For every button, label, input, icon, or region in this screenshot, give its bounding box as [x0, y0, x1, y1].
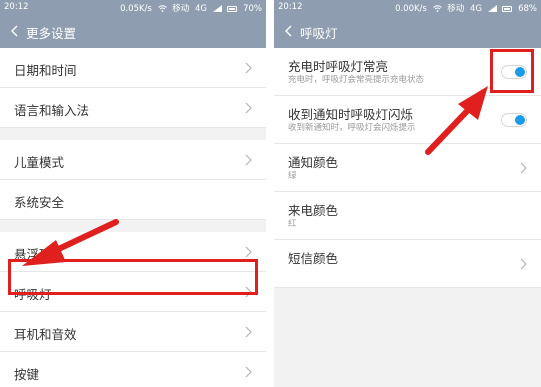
status-bar: 20:12 0.05K/s 移动 4G 70%: [0, 0, 266, 14]
row-label: 耳机和音效: [14, 327, 77, 342]
settings-list: 日期和时间 语言和输入法 儿童模式 系统安全 悬浮球 呼吸灯 耳机和音效 按键: [0, 48, 266, 387]
status-indicators: 0.00K/s 移动 4G 68%: [392, 2, 537, 14]
nav-bar: 呼吸灯: [274, 14, 541, 48]
row-value: 绿: [288, 171, 297, 181]
back-arrow-icon[interactable]: [282, 22, 296, 40]
row-kids-mode[interactable]: 儿童模式: [0, 140, 266, 180]
highlight-box-toggle: [490, 49, 534, 93]
left-phone-screen: 20:12 0.05K/s 移动 4G 70% 更多设置 日期和时间 语言和输入…: [0, 0, 266, 387]
right-phone-screen: 20:12 0.00K/s 移动 4G 68% 呼吸灯 充电时呼吸灯常亮 充电时…: [274, 0, 541, 387]
row-description: 充电时，呼吸灯会常亮提示充电状态: [288, 75, 425, 85]
signal-icon: [212, 4, 225, 14]
back-arrow-icon[interactable]: [8, 22, 22, 40]
status-time: 20:12: [4, 2, 29, 12]
chevron-right-icon: [245, 326, 252, 338]
page-title: 更多设置: [26, 26, 77, 41]
group-gap: [0, 220, 266, 232]
chevron-right-icon: [245, 62, 252, 74]
chevron-right-icon: [245, 102, 252, 114]
toggle-knob: [515, 115, 525, 125]
chevron-right-icon: [245, 246, 252, 258]
wifi-icon: [432, 4, 445, 14]
wifi-icon: [157, 4, 170, 14]
row-label: 短信颜色: [288, 251, 339, 266]
signal-icon: [487, 4, 500, 14]
settings-group-2: 儿童模式 系统安全: [0, 140, 266, 220]
carrier-name: 移动: [447, 4, 465, 14]
network-type: 4G: [194, 4, 207, 14]
row-label: 日期和时间: [14, 63, 77, 78]
row-system-security[interactable]: 系统安全: [0, 180, 266, 220]
battery-level: 70%: [243, 4, 262, 14]
battery-icon: [227, 6, 238, 12]
row-language-input[interactable]: 语言和输入法: [0, 88, 266, 128]
row-label: 按键: [14, 367, 40, 382]
settings-group-1: 日期和时间 语言和输入法: [0, 48, 266, 128]
notification-blink-toggle[interactable]: [501, 113, 527, 127]
network-speed: 0.00K/s: [395, 4, 427, 14]
settings-group-3: 悬浮球 呼吸灯 耳机和音效 按键: [0, 232, 266, 387]
chevron-right-icon: [520, 162, 527, 174]
network-speed: 0.05K/s: [120, 4, 152, 14]
chevron-right-icon: [245, 366, 252, 378]
group-gap: [0, 128, 266, 140]
battery-level: 68%: [518, 4, 537, 14]
row-buttons[interactable]: 按键: [0, 352, 266, 387]
nav-bar: 更多设置: [0, 14, 266, 48]
carrier-name: 移动: [172, 4, 190, 14]
screen-divider: [266, 0, 274, 387]
row-date-time[interactable]: 日期和时间: [0, 48, 266, 88]
row-label: 语言和输入法: [14, 103, 90, 118]
row-notification-blink: 收到通知时呼吸灯闪烁 收到新通知时，呼吸灯会闪烁提示: [274, 96, 541, 144]
row-incoming-call-color[interactable]: 来电颜色 红: [274, 192, 541, 240]
network-type: 4G: [469, 4, 482, 14]
row-notification-color[interactable]: 通知颜色 绿: [274, 144, 541, 192]
color-group: 通知颜色 绿 来电颜色 红 短信颜色: [274, 144, 541, 288]
row-label: 儿童模式: [14, 155, 65, 170]
battery-icon: [502, 6, 513, 12]
status-indicators: 0.05K/s 移动 4G 70%: [117, 2, 262, 14]
row-headphones-audio[interactable]: 耳机和音效: [0, 312, 266, 352]
row-sms-color[interactable]: 短信颜色: [274, 240, 541, 288]
row-label: 系统安全: [14, 195, 65, 210]
status-bar: 20:12 0.00K/s 移动 4G 68%: [274, 0, 541, 14]
row-description: 收到新通知时，呼吸灯会闪烁提示: [288, 123, 416, 133]
status-time: 20:12: [278, 2, 303, 12]
highlight-box-breathing-light: [8, 259, 258, 295]
chevron-right-icon: [245, 154, 252, 166]
chevron-right-icon: [520, 258, 527, 270]
row-value: 红: [288, 219, 297, 229]
page-title: 呼吸灯: [300, 26, 338, 41]
